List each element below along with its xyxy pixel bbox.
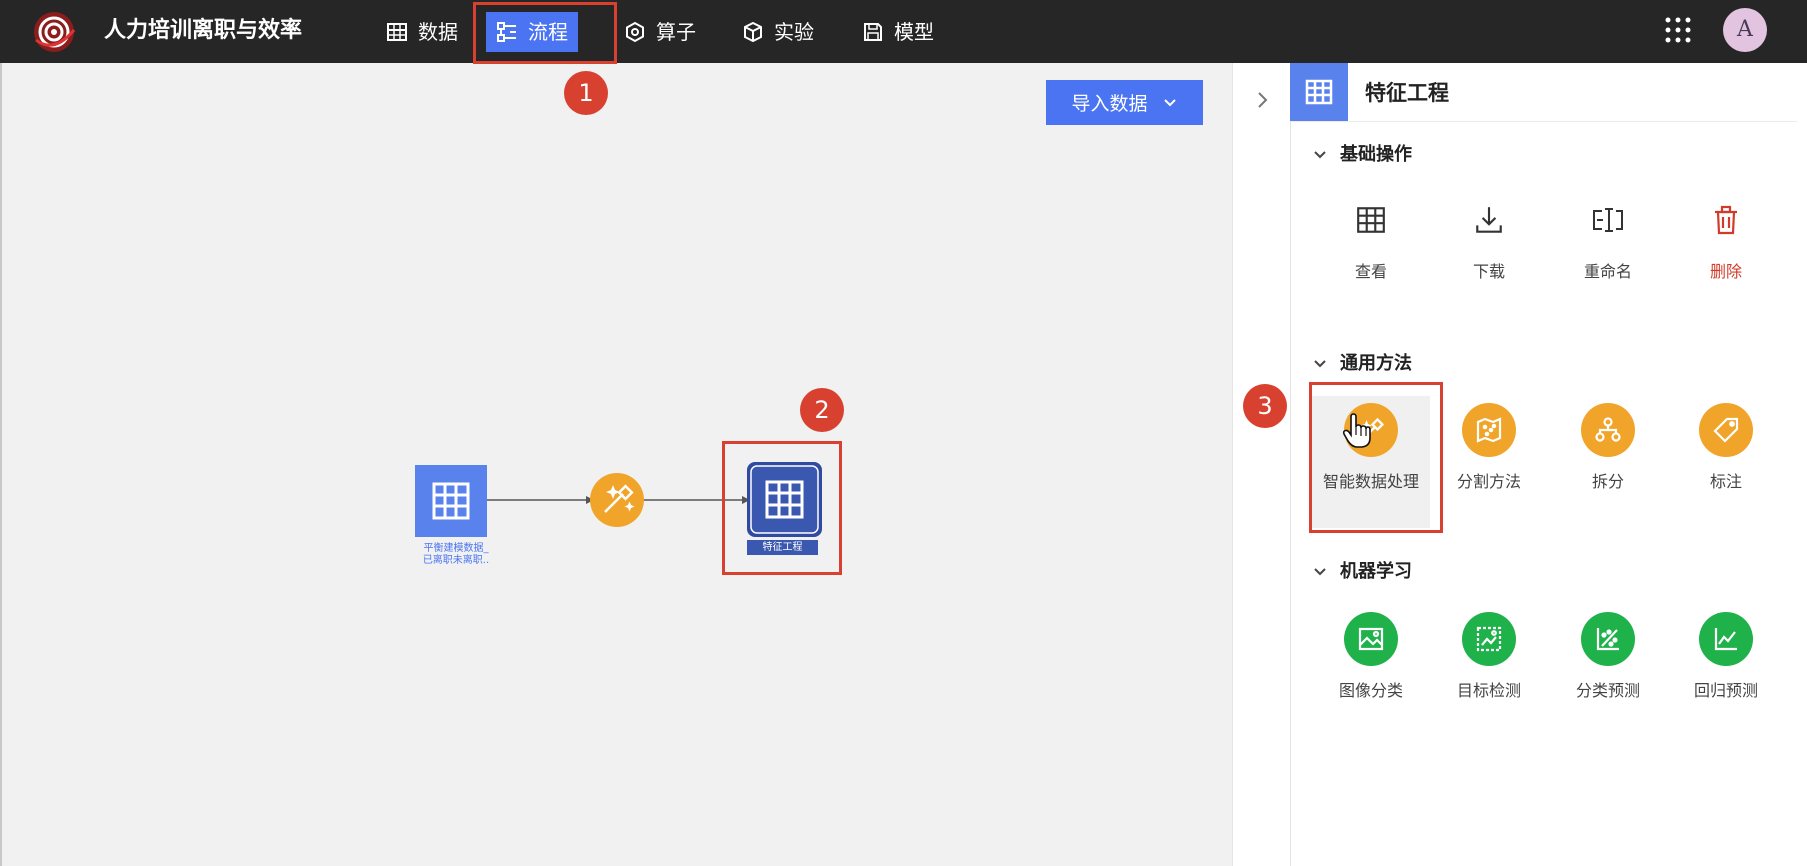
tool-classification-prediction[interactable]: 分类预测 — [1549, 611, 1667, 701]
app-title: 人力培训离职与效率 — [104, 18, 303, 43]
panel-header-icon — [1290, 63, 1348, 121]
highlight-box-2 — [722, 441, 842, 575]
tool-split-label: 拆分 — [1591, 472, 1624, 491]
user-avatar[interactable]: A — [1723, 8, 1767, 52]
tool-download-label: 下载 — [1472, 262, 1505, 281]
source-node[interactable] — [415, 465, 487, 537]
panel-collapse-strip — [1232, 63, 1290, 866]
section-basic-header[interactable]: 基础操作 — [1312, 141, 1412, 169]
operator-node[interactable] — [590, 473, 644, 527]
annotation-badge-3: 3 — [1243, 384, 1287, 428]
tool-delete-label: 删除 — [1709, 262, 1742, 281]
nav-operator[interactable]: 算子 — [614, 12, 706, 52]
table-icon — [1305, 79, 1333, 105]
annotation-badge-2: 2 — [800, 388, 844, 432]
import-data-label: 导入数据 — [1071, 93, 1148, 115]
source-node-label: 平衡建模数据_ 已离职未离职.. — [422, 543, 490, 566]
nav-model-label: 模型 — [894, 20, 934, 44]
tool-label[interactable]: 标注 — [1667, 402, 1785, 492]
highlight-box-1 — [473, 2, 617, 64]
nav-data-label: 数据 — [418, 20, 458, 44]
save-icon — [864, 23, 882, 41]
tool-view[interactable]: 查看 — [1312, 192, 1430, 282]
line-chart-icon — [1714, 628, 1737, 651]
connector-1 — [487, 496, 594, 504]
tool-view-label: 查看 — [1354, 262, 1387, 281]
app-root: 人力培训离职与效率 数据 流程 算子 实验 模型 A 导入数据 平衡建模数据_ … — [0, 0, 1807, 866]
tool-label-label: 标注 — [1709, 472, 1742, 491]
nav-experiment-label: 实验 — [774, 20, 814, 44]
tool-delete[interactable]: 删除 — [1667, 192, 1785, 282]
chevron-right-icon[interactable] — [1252, 90, 1272, 110]
cube-icon — [744, 21, 762, 43]
top-bar: 人力培训离职与效率 数据 流程 算子 实验 模型 A — [0, 0, 1807, 63]
nav-operator-label: 算子 — [656, 20, 696, 44]
tool-regression-prediction-label: 回归预测 — [1693, 681, 1758, 700]
image-icon — [1358, 627, 1384, 651]
chevron-down-icon — [1314, 360, 1326, 368]
chevron-down-icon — [1163, 98, 1176, 106]
app-logo-icon[interactable] — [30, 10, 78, 54]
nav-model[interactable]: 模型 — [852, 12, 944, 52]
import-data-button[interactable]: 导入数据 — [1046, 80, 1203, 125]
nav-data[interactable]: 数据 — [376, 12, 468, 52]
tool-image-classification[interactable]: 图像分类 — [1312, 611, 1430, 701]
tool-object-detection[interactable]: 目标检测 — [1430, 611, 1548, 701]
tool-regression-prediction[interactable]: 回归预测 — [1667, 611, 1785, 701]
tool-download[interactable]: 下载 — [1430, 192, 1548, 282]
section-basic-title: 基础操作 — [1340, 144, 1412, 165]
tool-object-detection-label: 目标检测 — [1456, 681, 1521, 700]
tool-image-classification-label: 图像分类 — [1338, 681, 1403, 700]
hexagon-icon — [626, 21, 644, 43]
panel-divider — [1290, 121, 1797, 122]
tool-split-method[interactable]: 分割方法 — [1430, 402, 1548, 492]
chevron-down-icon — [1314, 151, 1326, 159]
apps-grid-icon[interactable] — [1664, 16, 1692, 44]
nav-experiment[interactable]: 实验 — [732, 12, 824, 52]
panel-title: 特征工程 — [1365, 81, 1449, 105]
section-general-title: 通用方法 — [1340, 353, 1412, 374]
classification-icon — [1596, 628, 1619, 651]
section-ml-title: 机器学习 — [1340, 561, 1412, 582]
tag-icon — [1713, 417, 1739, 443]
detection-icon — [1476, 626, 1502, 652]
section-general-header[interactable]: 通用方法 — [1312, 350, 1412, 378]
section-ml-header[interactable]: 机器学习 — [1312, 558, 1412, 586]
tool-classification-prediction-label: 分类预测 — [1575, 681, 1640, 700]
download-icon — [1476, 207, 1502, 233]
tool-rename[interactable]: 重命名 — [1549, 192, 1667, 282]
tool-split-method-label: 分割方法 — [1456, 472, 1521, 491]
table-icon — [387, 23, 407, 41]
tool-rename-label: 重命名 — [1583, 262, 1632, 281]
annotation-badge-1: 1 — [564, 71, 608, 115]
hierarchy-icon — [1595, 417, 1621, 442]
tool-split[interactable]: 拆分 — [1549, 402, 1667, 492]
chevron-down-icon — [1314, 568, 1326, 576]
trash-icon — [1715, 205, 1737, 235]
rename-icon — [1593, 208, 1623, 232]
highlight-box-3 — [1309, 382, 1443, 533]
table-icon — [1357, 207, 1385, 233]
map-icon — [1476, 417, 1502, 443]
